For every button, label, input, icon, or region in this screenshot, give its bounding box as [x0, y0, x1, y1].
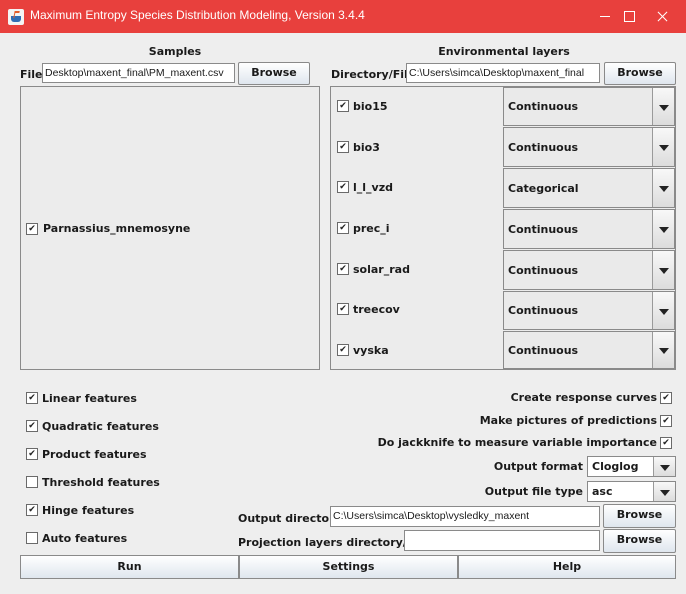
- samples-file-field[interactable]: Desktop\maxent_final\PM_maxent.csv: [42, 63, 235, 83]
- layer-checkbox[interactable]: [337, 222, 349, 234]
- layer-name: bio15: [353, 100, 388, 113]
- layer-type-select[interactable]: Continuous: [503, 87, 675, 126]
- java-app-icon: [8, 9, 24, 25]
- layer-name: vyska: [353, 344, 389, 357]
- layer-type-select[interactable]: Continuous: [503, 209, 675, 249]
- quadratic-features-checkbox[interactable]: [26, 420, 38, 432]
- pictures-checkbox[interactable]: [660, 415, 672, 427]
- output-type-value: asc: [592, 485, 613, 498]
- layer-type-select[interactable]: Continuous: [503, 250, 675, 290]
- threshold-features-checkbox[interactable]: [26, 476, 38, 488]
- layer-name: bio3: [353, 141, 380, 154]
- layer-type-select[interactable]: Continuous: [503, 331, 675, 369]
- layer-type-value: Continuous: [508, 100, 579, 113]
- species-checkbox[interactable]: [26, 223, 38, 235]
- help-button[interactable]: Help: [458, 555, 676, 579]
- env-browse-button[interactable]: Browse: [604, 62, 676, 85]
- layer-checkbox[interactable]: [337, 141, 349, 153]
- window-title: Maximum Entropy Species Distribution Mod…: [30, 8, 365, 22]
- chevron-down-icon[interactable]: [653, 457, 675, 476]
- linear-features-checkbox[interactable]: [26, 392, 38, 404]
- layer-name: treecov: [353, 303, 400, 316]
- samples-browse-button[interactable]: Browse: [238, 62, 310, 85]
- layer-checkbox[interactable]: [337, 100, 349, 112]
- output-dir-browse-button[interactable]: Browse: [603, 504, 676, 528]
- auto-features-checkbox[interactable]: [26, 532, 38, 544]
- pictures-label: Make pictures of predictions: [479, 414, 657, 427]
- env-dir-label: Directory/File: [331, 68, 416, 81]
- env-layers-list: bio15 Continuous bio3 Continuous l_l_vzd…: [330, 86, 676, 370]
- output-dir-field[interactable]: C:\Users\simca\Desktop\vysledky_maxent: [330, 506, 600, 527]
- product-features-checkbox[interactable]: [26, 448, 38, 460]
- species-label: Parnassius_mnemosyne: [43, 222, 191, 235]
- jackknife-label: Do jackknife to measure variable importa…: [377, 436, 657, 449]
- output-format-select[interactable]: Cloglog: [587, 456, 676, 477]
- layer-type-value: Continuous: [508, 344, 579, 357]
- layer-checkbox[interactable]: [337, 303, 349, 315]
- layer-name: solar_rad: [353, 263, 410, 276]
- product-features-label: Product features: [42, 448, 147, 461]
- chevron-down-icon[interactable]: [652, 128, 674, 166]
- response-curves-checkbox[interactable]: [660, 392, 672, 404]
- layer-type-value: Continuous: [508, 141, 579, 154]
- chevron-down-icon[interactable]: [652, 332, 674, 368]
- title-bar: Maximum Entropy Species Distribution Mod…: [0, 0, 686, 33]
- chevron-down-icon[interactable]: [652, 88, 674, 125]
- projection-browse-button[interactable]: Browse: [603, 529, 676, 553]
- samples-file-label: File: [20, 68, 43, 81]
- output-format-value: Cloglog: [592, 460, 639, 473]
- layer-type-value: Categorical: [508, 182, 579, 195]
- threshold-features-label: Threshold features: [42, 476, 160, 489]
- chevron-down-icon[interactable]: [652, 210, 674, 248]
- layer-type-value: Continuous: [508, 264, 579, 277]
- settings-button[interactable]: Settings: [239, 555, 458, 579]
- layer-type-select[interactable]: Continuous: [503, 127, 675, 167]
- layer-checkbox[interactable]: [337, 344, 349, 356]
- chevron-down-icon[interactable]: [652, 251, 674, 289]
- response-curves-label: Create response curves: [510, 391, 657, 404]
- projection-label: Projection layers directory/file: [238, 536, 427, 549]
- layer-name: prec_i: [353, 222, 390, 235]
- linear-features-label: Linear features: [42, 392, 137, 405]
- quadratic-features-label: Quadratic features: [42, 420, 159, 433]
- output-format-label: Output format: [493, 460, 583, 473]
- output-dir-label: Output directory: [238, 512, 342, 525]
- projection-field[interactable]: [404, 530, 600, 551]
- auto-features-label: Auto features: [42, 532, 128, 545]
- close-icon[interactable]: [640, 0, 686, 33]
- layer-type-select[interactable]: Categorical: [503, 168, 675, 208]
- layer-type-value: Continuous: [508, 223, 579, 236]
- output-type-select[interactable]: asc: [587, 481, 676, 502]
- env-dir-field[interactable]: C:\Users\simca\Desktop\maxent_final: [406, 63, 600, 83]
- jackknife-checkbox[interactable]: [660, 437, 672, 449]
- hinge-features-checkbox[interactable]: [26, 504, 38, 516]
- samples-header: Samples: [148, 45, 202, 58]
- layer-checkbox[interactable]: [337, 181, 349, 193]
- chevron-down-icon[interactable]: [653, 482, 675, 501]
- chevron-down-icon[interactable]: [652, 292, 674, 329]
- layer-type-select[interactable]: Continuous: [503, 291, 675, 330]
- samples-list: Parnassius_mnemosyne: [20, 86, 320, 370]
- output-type-label: Output file type: [484, 485, 583, 498]
- chevron-down-icon[interactable]: [652, 169, 674, 207]
- layer-type-value: Continuous: [508, 304, 579, 317]
- layer-name: l_l_vzd: [353, 181, 393, 194]
- hinge-features-label: Hinge features: [42, 504, 135, 517]
- run-button[interactable]: Run: [20, 555, 239, 579]
- layer-checkbox[interactable]: [337, 263, 349, 275]
- env-layers-header: Environmental layers: [438, 45, 570, 58]
